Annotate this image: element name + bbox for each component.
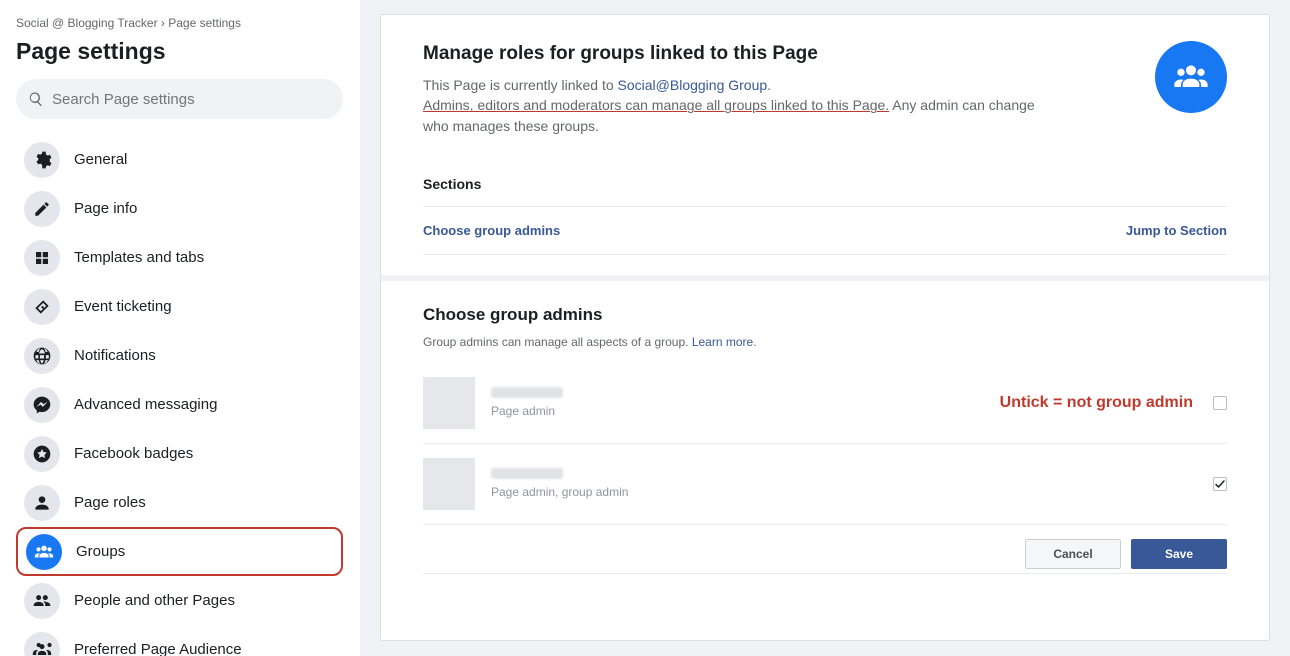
admin-list: Page adminUntick = not group adminPage a… bbox=[423, 363, 1227, 525]
person-icon bbox=[24, 485, 60, 521]
subtext-prefix: Group admins can manage all aspects of a… bbox=[423, 335, 692, 349]
avatar bbox=[423, 458, 475, 510]
jump-to-section-link[interactable]: Jump to Section bbox=[1126, 223, 1227, 238]
subtext-suffix: . bbox=[753, 335, 756, 349]
sidebar-item-label: Advanced messaging bbox=[74, 396, 217, 413]
sidebar-item-label: General bbox=[74, 151, 127, 168]
sidebar-item-page-info[interactable]: Page info bbox=[16, 184, 343, 233]
sidebar-item-notifications[interactable]: Notifications bbox=[16, 331, 343, 380]
admin-info: Page admin bbox=[491, 387, 1000, 418]
sidebar-item-label: People and other Pages bbox=[74, 592, 235, 609]
linked-group-link[interactable]: Social@Blogging Group bbox=[618, 77, 768, 93]
sections-block: Sections Choose group admins Jump to Sec… bbox=[381, 162, 1269, 275]
group-admin-checkbox[interactable] bbox=[1213, 477, 1227, 491]
group-admin-checkbox[interactable] bbox=[1213, 396, 1227, 410]
search-icon bbox=[28, 91, 44, 107]
pencil-icon bbox=[24, 191, 60, 227]
cancel-button[interactable]: Cancel bbox=[1025, 539, 1121, 569]
sidebar-item-label: Groups bbox=[76, 543, 125, 560]
admin-info: Page admin, group admin bbox=[491, 468, 1213, 499]
sidebar-item-page-roles[interactable]: Page roles bbox=[16, 478, 343, 527]
desc-prefix: This Page is currently linked to bbox=[423, 77, 618, 93]
untick-annotation: Untick = not group admin bbox=[1000, 394, 1193, 412]
ticket-icon bbox=[24, 289, 60, 325]
groups-icon bbox=[26, 534, 62, 570]
choose-admins-subtext: Group admins can manage all aspects of a… bbox=[423, 335, 1227, 349]
sidebar-item-label: Page info bbox=[74, 200, 137, 217]
desc-highlight: Admins, editors and moderators can manag… bbox=[423, 97, 889, 113]
choose-admins-title: Choose group admins bbox=[423, 305, 1227, 325]
panel: Manage roles for groups linked to this P… bbox=[380, 14, 1270, 641]
manage-roles-description: This Page is currently linked to Social@… bbox=[423, 75, 1063, 136]
page-title: Page settings bbox=[16, 38, 343, 65]
sidebar-item-label: Event ticketing bbox=[74, 298, 172, 315]
admin-name-redacted bbox=[491, 387, 563, 398]
sidebar-item-general[interactable]: General bbox=[16, 135, 343, 184]
sidebar-item-label: Page roles bbox=[74, 494, 146, 511]
admin-name-redacted bbox=[491, 468, 563, 479]
admin-role: Page admin bbox=[491, 404, 1000, 418]
sidebar-item-label: Templates and tabs bbox=[74, 249, 204, 266]
gear-icon bbox=[24, 142, 60, 178]
save-button[interactable]: Save bbox=[1131, 539, 1227, 569]
button-row: Cancel Save bbox=[423, 525, 1227, 574]
search-input[interactable] bbox=[52, 91, 331, 108]
panel-header: Manage roles for groups linked to this P… bbox=[381, 15, 1269, 162]
sidebar-item-people-and-other-pages[interactable]: People and other Pages bbox=[16, 576, 343, 625]
sidebar-item-templates-and-tabs[interactable]: Templates and tabs bbox=[16, 233, 343, 282]
sidebar-item-label: Preferred Page Audience bbox=[74, 641, 242, 656]
breadcrumb[interactable]: Social @ Blogging Tracker › Page setting… bbox=[16, 12, 343, 38]
sidebar-item-label: Facebook badges bbox=[74, 445, 193, 462]
avatar bbox=[423, 377, 475, 429]
messenger-icon bbox=[24, 387, 60, 423]
admin-role: Page admin, group admin bbox=[491, 485, 1213, 499]
grid-icon bbox=[24, 240, 60, 276]
sidebar-item-label: Notifications bbox=[74, 347, 156, 364]
audience-icon bbox=[24, 632, 60, 656]
admin-row: Page admin, group admin bbox=[423, 444, 1227, 525]
desc-period: . bbox=[767, 77, 771, 93]
choose-admins-section: Choose group admins Group admins can man… bbox=[381, 275, 1269, 640]
globe-icon bbox=[24, 338, 60, 374]
badge-icon bbox=[24, 436, 60, 472]
sidebar-nav: General Page info Templates and tabs Event … bbox=[16, 135, 343, 656]
sidebar-item-event-ticketing[interactable]: Event ticketing bbox=[16, 282, 343, 331]
sidebar-item-advanced-messaging[interactable]: Advanced messaging bbox=[16, 380, 343, 429]
section-link-choose-admins[interactable]: Choose group admins bbox=[423, 223, 560, 238]
sidebar-item-preferred-page-audience[interactable]: Preferred Page Audience bbox=[16, 625, 343, 656]
sidebar-item-groups[interactable]: Groups bbox=[16, 527, 343, 576]
admin-row: Page adminUntick = not group admin bbox=[423, 363, 1227, 444]
main-content: Manage roles for groups linked to this P… bbox=[360, 0, 1290, 656]
sidebar: Social @ Blogging Tracker › Page setting… bbox=[0, 0, 360, 656]
search-wrap[interactable] bbox=[16, 79, 343, 119]
groups-badge-icon bbox=[1155, 41, 1227, 113]
sidebar-item-facebook-badges[interactable]: Facebook badges bbox=[16, 429, 343, 478]
manage-roles-title: Manage roles for groups linked to this P… bbox=[423, 43, 1227, 65]
learn-more-link[interactable]: Learn more bbox=[692, 335, 753, 349]
people-icon bbox=[24, 583, 60, 619]
sections-heading: Sections bbox=[423, 162, 1227, 207]
sections-row: Choose group admins Jump to Section bbox=[423, 207, 1227, 255]
